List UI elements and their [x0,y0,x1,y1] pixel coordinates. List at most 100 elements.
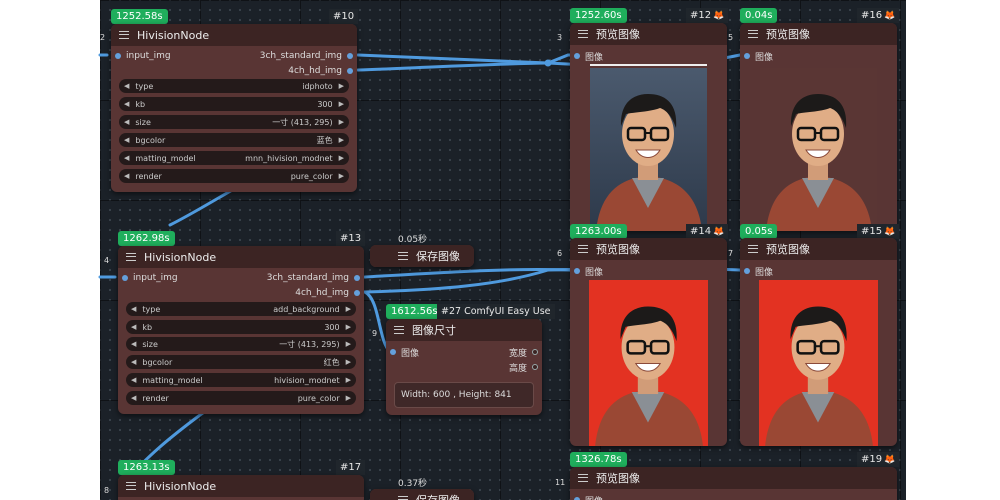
widget-render[interactable]: ◀ render pure_color ▶ [119,169,349,183]
preview-image-node-19[interactable]: 预览图像 图像 [570,467,897,500]
node-title-bar[interactable]: 预览图像 [740,238,897,260]
arrow-left-icon[interactable]: ◀ [124,100,129,108]
input-port-row[interactable]: 图像 [574,493,603,500]
node-title-bar[interactable]: 保存图像 [370,489,474,500]
preview-image-node-15[interactable]: 预览图像 图像 [740,238,897,446]
arrow-right-icon[interactable]: ▶ [346,340,351,348]
arrow-left-icon[interactable]: ◀ [131,340,136,348]
widget-type[interactable]: ◀ type idphoto ▶ [119,79,349,93]
input-port-icon[interactable] [574,53,580,59]
menu-icon[interactable] [748,245,758,253]
input-port-icon[interactable] [115,53,121,59]
arrow-right-icon[interactable]: ▶ [346,376,351,384]
widget-kb[interactable]: ◀ kb 300 ▶ [119,97,349,111]
preview-photo[interactable] [589,280,708,446]
menu-icon[interactable] [578,245,588,253]
node-title-bar[interactable]: HivisionNode [118,246,364,268]
arrow-left-icon[interactable]: ◀ [131,323,136,331]
output-port-row[interactable]: 高度 [509,360,538,374]
output-port-row[interactable]: 4ch_hd_img [295,286,360,300]
input-port-row[interactable]: 图像 [744,264,773,278]
input-port-icon[interactable] [744,268,750,274]
widget-size[interactable]: ◀ size 一寸 (413, 295) ▶ [119,115,349,129]
output-port-row[interactable]: 4ch_hd_img [288,64,353,78]
preview-photo[interactable] [590,68,707,231]
size-output-text[interactable]: Width: 600 , Height: 841 [394,382,534,408]
arrow-right-icon[interactable]: ▶ [339,100,344,108]
arrow-left-icon[interactable]: ◀ [131,305,136,313]
node-title-bar[interactable]: 预览图像 [740,23,897,45]
input-port-icon[interactable] [574,268,580,274]
preview-image-node-12[interactable]: 预览图像 图像 [570,23,727,231]
widget-kb[interactable]: ◀ kb 300 ▶ [126,320,356,334]
node-title-bar[interactable]: HivisionNode [111,24,357,46]
arrow-right-icon[interactable]: ▶ [346,358,351,366]
menu-icon[interactable] [578,474,588,482]
menu-icon[interactable] [126,253,136,261]
preview-photo[interactable] [760,68,877,231]
image-size-node-27[interactable]: 图像尺寸 图像 宽度 高度 Width: 600 , Height: 841 [386,319,542,415]
output-port-row[interactable]: 3ch_standard_img [260,49,353,63]
input-port-row[interactable]: input_img [122,271,178,285]
hivision-node-13[interactable]: HivisionNode input_img 3ch_standard_img … [118,246,364,414]
node-title-bar[interactable]: 保存图像 [370,245,474,267]
arrow-right-icon[interactable]: ▶ [346,323,351,331]
menu-icon[interactable] [398,252,408,260]
output-port-icon[interactable] [354,290,360,296]
menu-icon[interactable] [748,30,758,38]
arrow-right-icon[interactable]: ▶ [339,118,344,126]
widget-type[interactable]: ◀ type add_background ▶ [126,302,356,316]
menu-icon[interactable] [578,30,588,38]
node-title-bar[interactable]: 预览图像 [570,238,727,260]
widget-matting-model[interactable]: ◀ matting_model hivision_modnet ▶ [126,373,356,387]
output-port-icon[interactable] [347,68,353,74]
arrow-left-icon[interactable]: ◀ [124,154,129,162]
input-port-row[interactable]: 图像 [574,264,603,278]
menu-icon[interactable] [119,31,129,39]
widget-render[interactable]: ◀ render pure_color ▶ [126,391,356,405]
output-port-icon[interactable] [532,349,538,355]
arrow-left-icon[interactable]: ◀ [131,358,136,366]
arrow-left-icon[interactable]: ◀ [124,82,129,90]
arrow-left-icon[interactable]: ◀ [124,172,129,180]
widget-bgcolor[interactable]: ◀ bgcolor 红色 ▶ [126,355,356,369]
output-port-icon[interactable] [532,364,538,370]
preview-image-node-16[interactable]: 预览图像 图像 [740,23,897,231]
arrow-left-icon[interactable]: ◀ [131,394,136,402]
input-port-row[interactable]: 图像 [390,345,419,359]
menu-icon[interactable] [398,496,408,500]
input-port-row[interactable]: 图像 [574,49,603,63]
widget-size[interactable]: ◀ size 一寸 (413, 295) ▶ [126,337,356,351]
arrow-left-icon[interactable]: ◀ [131,376,136,384]
output-port-icon[interactable] [347,53,353,59]
widget-matting-model[interactable]: ◀ matting_model mnn_hivision_modnet ▶ [119,151,349,165]
menu-icon[interactable] [126,482,136,490]
node-title-bar[interactable]: 预览图像 [570,23,727,45]
output-port-row[interactable]: 宽度 [509,345,538,359]
input-port-icon[interactable] [122,275,128,281]
save-image-node-collapsed[interactable]: 保存图像 [370,489,474,500]
preview-image-node-14[interactable]: 预览图像 图像 [570,238,727,446]
input-port-icon[interactable] [744,53,750,59]
input-port-row[interactable]: input_img [115,49,171,63]
hivision-node-10[interactable]: HivisionNode input_img 3ch_standard_img … [111,24,357,192]
widget-bgcolor[interactable]: ◀ bgcolor 蓝色 ▶ [119,133,349,147]
preview-photo[interactable] [759,280,878,446]
hivision-node-17[interactable]: HivisionNode [118,475,364,500]
node-title-bar[interactable]: HivisionNode [118,475,364,497]
node-title-bar[interactable]: 预览图像 [570,467,897,489]
arrow-left-icon[interactable]: ◀ [124,118,129,126]
output-port-row[interactable]: 3ch_standard_img [267,271,360,285]
arrow-right-icon[interactable]: ▶ [339,136,344,144]
output-port-icon[interactable] [354,275,360,281]
arrow-right-icon[interactable]: ▶ [346,394,351,402]
input-port-icon[interactable] [390,349,396,355]
save-image-node-collapsed[interactable]: 保存图像 [370,245,474,267]
arrow-right-icon[interactable]: ▶ [346,305,351,313]
arrow-left-icon[interactable]: ◀ [124,136,129,144]
input-port-row[interactable]: 图像 [744,49,773,63]
arrow-right-icon[interactable]: ▶ [339,82,344,90]
arrow-right-icon[interactable]: ▶ [339,154,344,162]
node-title-bar[interactable]: 图像尺寸 [386,319,542,341]
menu-icon[interactable] [394,326,404,334]
